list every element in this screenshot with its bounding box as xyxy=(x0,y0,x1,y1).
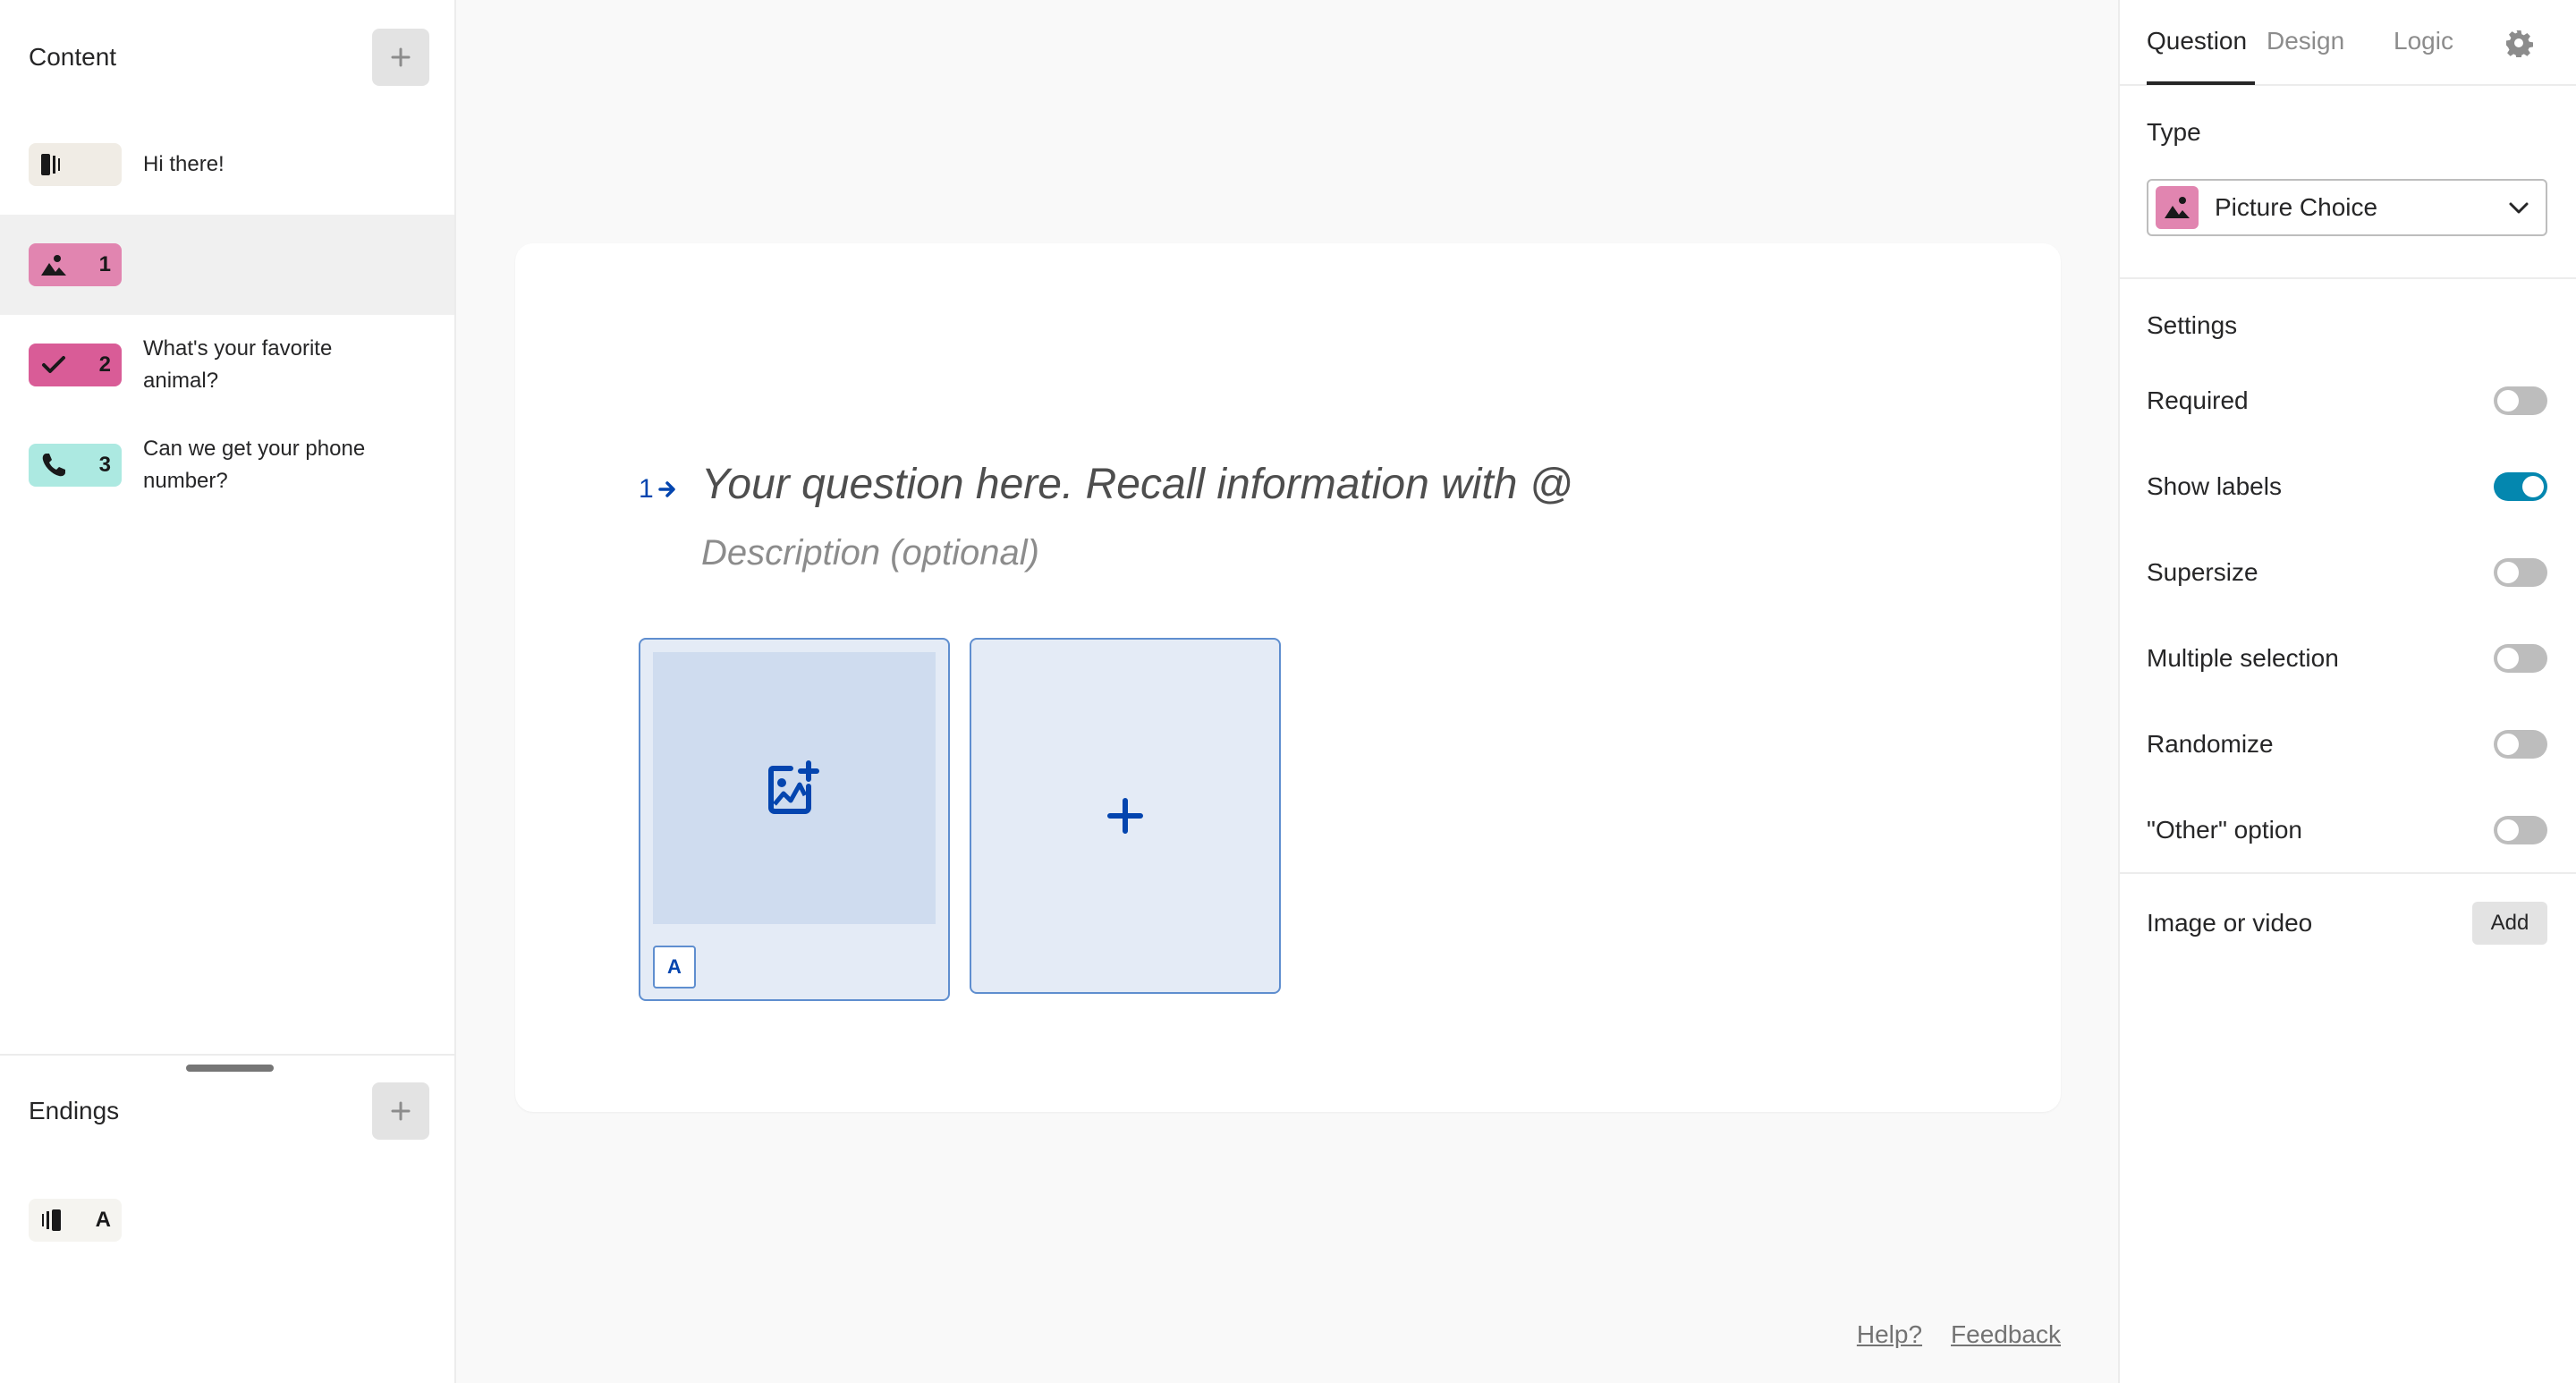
setting-required: Required xyxy=(2147,379,2547,422)
arrow-right-icon xyxy=(657,481,675,497)
item-number: 3 xyxy=(98,453,111,477)
setting-randomize: Randomize xyxy=(2147,723,2547,766)
tab-question[interactable]: Question xyxy=(2147,27,2247,55)
endings-header: Endings xyxy=(29,1082,429,1140)
question-type-select[interactable]: Picture Choice xyxy=(2147,179,2547,236)
item-number: 2 xyxy=(98,352,111,377)
content-item-1[interactable]: 1 xyxy=(0,215,454,315)
required-toggle[interactable] xyxy=(2494,386,2547,415)
ending-item-a[interactable]: A xyxy=(0,1190,454,1251)
welcome-screen-icon xyxy=(41,154,60,175)
add-image-area[interactable] xyxy=(653,652,936,924)
feedback-link[interactable]: Feedback xyxy=(1951,1320,2061,1349)
picture-icon xyxy=(2165,197,2190,218)
multiple-selection-toggle[interactable] xyxy=(2494,644,2547,673)
content-item-3[interactable]: 3 Can we get your phone number? xyxy=(0,431,454,499)
setting-label: Randomize xyxy=(2147,730,2274,758)
settings-title: Settings xyxy=(2147,311,2238,339)
resize-handle[interactable] xyxy=(186,1065,274,1072)
help-link[interactable]: Help? xyxy=(1857,1320,1922,1349)
plus-icon xyxy=(391,1101,411,1121)
plus-icon xyxy=(391,47,411,67)
question-card: 1 Your question here. Recall information… xyxy=(515,243,2061,1112)
editor-canvas: 1 Your question here. Recall information… xyxy=(458,0,2118,1383)
setting-label: Supersize xyxy=(2147,558,2258,586)
item-badge: 1 xyxy=(29,243,122,286)
item-label: Hi there! xyxy=(143,152,225,176)
item-number: 1 xyxy=(98,252,111,276)
endings-title: Endings xyxy=(29,1097,120,1124)
setting-multiple-selection: Multiple selection xyxy=(2147,637,2547,680)
active-tab-indicator xyxy=(2147,81,2255,85)
add-choice-button[interactable] xyxy=(970,638,1281,994)
item-badge: A xyxy=(29,1199,122,1242)
item-badge: 2 xyxy=(29,344,122,386)
randomize-toggle[interactable] xyxy=(2494,730,2547,759)
section-divider xyxy=(2120,277,2576,279)
footer-links: Help? Feedback xyxy=(1857,1320,2061,1349)
picture-icon xyxy=(41,255,66,276)
setting-label: Multiple selection xyxy=(2147,644,2339,672)
question-number-text: 1 xyxy=(639,474,654,504)
type-value: Picture Choice xyxy=(2215,193,2378,221)
chevron-down-icon xyxy=(2509,202,2529,214)
tab-logic[interactable]: Logic xyxy=(2394,27,2453,55)
setting-label: Required xyxy=(2147,386,2249,414)
left-sidebar: Content Hi there! 1 2 What's your favori… xyxy=(0,0,456,1383)
item-label: What's your favorite animal? xyxy=(143,336,333,393)
plus-icon xyxy=(1107,798,1143,834)
question-number: 1 xyxy=(639,474,677,505)
sidebar-divider xyxy=(0,1054,454,1056)
add-ending-button[interactable] xyxy=(372,1082,429,1140)
picture-choice-a[interactable]: A xyxy=(639,638,950,1001)
content-item-2[interactable]: 2 What's your favorite animal? xyxy=(0,331,454,399)
question-input[interactable]: Your question here. Recall information w… xyxy=(701,460,1573,509)
item-label: Can we get your phone number? xyxy=(143,437,366,493)
phone-icon xyxy=(42,454,65,477)
setting-supersize: Supersize xyxy=(2147,551,2547,594)
setting-label: "Other" option xyxy=(2147,816,2302,844)
media-row: Image or video Add xyxy=(2147,902,2547,945)
show-labels-toggle[interactable] xyxy=(2494,472,2547,501)
section-divider xyxy=(2120,872,2576,874)
content-item-welcome[interactable]: Hi there! xyxy=(0,134,454,195)
item-badge xyxy=(29,143,122,186)
checkmark-icon xyxy=(42,356,65,373)
add-content-button[interactable] xyxy=(372,29,429,86)
description-input[interactable]: Description (optional) xyxy=(701,533,1039,573)
ending-screen-icon xyxy=(42,1209,61,1231)
content-title: Content xyxy=(29,43,117,71)
type-icon-badge xyxy=(2156,186,2199,229)
right-panel: Question Design Logic Type Picture Choic… xyxy=(2118,0,2576,1383)
content-header: Content xyxy=(29,29,429,86)
other-option-toggle[interactable] xyxy=(2494,816,2547,844)
add-media-button[interactable]: Add xyxy=(2472,902,2547,945)
gear-icon[interactable] xyxy=(2504,29,2533,57)
item-number: A xyxy=(95,1208,111,1232)
setting-show-labels: Show labels xyxy=(2147,465,2547,508)
type-label: Type xyxy=(2147,118,2201,146)
item-badge: 3 xyxy=(29,444,122,487)
add-image-icon xyxy=(768,760,819,814)
panel-tabs: Question Design Logic xyxy=(2120,0,2576,86)
setting-other-option: "Other" option xyxy=(2147,809,2547,852)
choice-key: A xyxy=(653,946,696,988)
setting-label: Show labels xyxy=(2147,472,2282,500)
tab-design[interactable]: Design xyxy=(2267,27,2344,55)
media-label: Image or video xyxy=(2147,909,2313,937)
supersize-toggle[interactable] xyxy=(2494,558,2547,587)
